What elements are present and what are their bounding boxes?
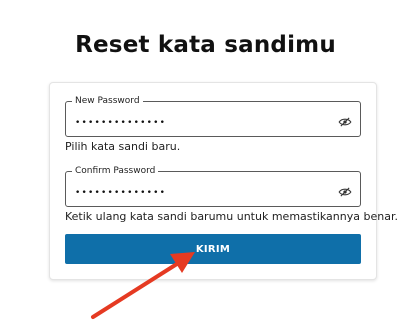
new-password-helper: Pilih kata sandi baru. [65,140,181,153]
confirm-password-input[interactable] [75,186,325,200]
confirm-password-helper: Ketik ulang kata sandi barumu untuk mema… [65,210,398,223]
page-title: Reset kata sandimu [75,32,336,58]
confirm-password-field[interactable]: Confirm Password [65,167,361,207]
new-password-field[interactable]: New Password [65,97,361,137]
reset-password-card: New Password Pilih kata sandi baru. Conf… [49,82,398,280]
eye-slash-icon[interactable] [338,117,352,127]
new-password-label: New Password [75,96,140,106]
submit-button[interactable]: KIRIM [65,234,361,264]
new-password-input[interactable] [75,116,325,130]
confirm-password-label: Confirm Password [75,166,156,176]
eye-slash-icon[interactable] [338,187,352,197]
